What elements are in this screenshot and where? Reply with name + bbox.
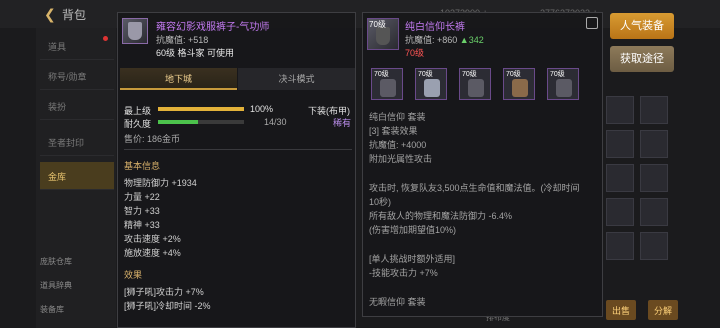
durability-label: 耐久度 bbox=[124, 119, 152, 129]
rarity-label: 稀有 bbox=[333, 118, 352, 128]
set-item-slot[interactable]: 70级 bbox=[503, 68, 535, 100]
anti-magic-value: 抗魔值: +860 bbox=[405, 35, 458, 45]
set-effect-line: 所有敌人的物理和魔法防御力 -6.4% bbox=[369, 211, 513, 221]
inventory-slot[interactable] bbox=[606, 198, 634, 226]
sidebar-item-label: 称号/勋章 bbox=[48, 72, 87, 82]
set-name: 纯白信仰 套装 bbox=[369, 112, 426, 122]
set-effect-line: 攻击时, 恢复队友3,500点生命值和魔法值。(冷却时间 bbox=[369, 183, 580, 193]
max-level-label: 最上级 bbox=[124, 106, 152, 116]
back-arrow-icon[interactable]: ❮ bbox=[44, 6, 58, 22]
mode-tabs: 地下城 决斗模式 bbox=[120, 68, 355, 90]
set-item-slot[interactable]: 70级 bbox=[547, 68, 579, 100]
skin-warehouse-link[interactable]: 庞肤仓库 bbox=[40, 256, 72, 267]
stat-line: 攻击速度 +2% bbox=[124, 234, 181, 244]
set-effect-line: 10秒) bbox=[369, 197, 392, 207]
sidebar-item-vault[interactable]: 金库 bbox=[40, 162, 114, 190]
tab-pvp[interactable]: 决斗模式 bbox=[238, 68, 355, 90]
item-anti-magic: 抗魔值: +518 bbox=[156, 35, 209, 45]
set-name: 无暇信仰 套装 bbox=[369, 297, 426, 307]
sidebar-item-label: 圣者封印 bbox=[48, 138, 85, 148]
pants-icon bbox=[128, 22, 142, 40]
inventory-grid bbox=[600, 90, 676, 320]
tab-dungeon[interactable]: 地下城 bbox=[120, 68, 237, 90]
level-requirement-value: 70级 bbox=[405, 48, 425, 58]
inventory-slot[interactable] bbox=[640, 96, 668, 124]
inventory-slot[interactable] bbox=[606, 130, 634, 158]
sell-price: 售价: 186金币 bbox=[124, 134, 181, 144]
item-level-requirement: 60级 格斗家 可使用 bbox=[156, 48, 235, 58]
item-icon bbox=[122, 18, 148, 44]
slot-level: 70级 bbox=[506, 71, 521, 78]
icon-level-tag: 70级 bbox=[369, 20, 386, 29]
inventory-slot[interactable] bbox=[640, 130, 668, 158]
stat-line: 智力 +33 bbox=[124, 206, 160, 216]
acquisition-path-button[interactable]: 获取途径 bbox=[610, 46, 674, 72]
stat-line: 施放速度 +4% bbox=[124, 248, 181, 258]
set-item-slot[interactable]: 70级 bbox=[459, 68, 491, 100]
set-effect-title: [3] 套装效果 bbox=[369, 126, 418, 136]
pants-icon bbox=[468, 79, 484, 97]
inventory-slot[interactable] bbox=[640, 164, 668, 192]
sidebar-item-seal[interactable]: 圣者封印 bbox=[40, 128, 114, 156]
set-item-slot[interactable]: 70级 bbox=[415, 68, 447, 100]
set-items-row: 70级 70级 70级 70级 70级 bbox=[371, 68, 581, 100]
share-icon[interactable] bbox=[586, 17, 598, 29]
stat-line: 精神 +33 bbox=[124, 220, 160, 230]
durability-value: 14/30 bbox=[264, 117, 287, 127]
sidebar-item-label: 道具 bbox=[48, 42, 67, 52]
page-title: 背包 bbox=[62, 8, 87, 22]
anti-magic-increase: ▲342 bbox=[459, 35, 484, 45]
sell-button[interactable]: 出售 bbox=[606, 300, 637, 320]
set-effect-line: -技能攻击力 +7% bbox=[369, 268, 438, 278]
notification-dot bbox=[103, 36, 108, 41]
item-anti-magic: 抗魔值: +860 ▲342 bbox=[405, 33, 484, 46]
popular-equipment-button[interactable]: 人气装备 bbox=[610, 13, 674, 39]
belt-icon bbox=[512, 79, 528, 97]
max-level-value: 100% bbox=[250, 104, 274, 114]
inventory-slot[interactable] bbox=[640, 198, 668, 226]
basic-info-title: 基本信息 bbox=[124, 161, 161, 171]
effect-title: 效果 bbox=[124, 270, 143, 280]
set-effect-line: 附加光属性攻击 bbox=[369, 154, 433, 164]
gloves-icon bbox=[380, 79, 396, 97]
sidebar-item-titles[interactable]: 称号/勋章 bbox=[40, 62, 114, 90]
max-level-bar-fill bbox=[158, 107, 244, 111]
shoes-icon bbox=[556, 79, 572, 97]
slot-level: 70级 bbox=[550, 71, 565, 78]
decompose-button[interactable]: 分解 bbox=[648, 300, 679, 320]
set-effect-line: [单人挑战时额外适用] bbox=[369, 254, 456, 264]
stat-line: 物理防御力 +1934 bbox=[124, 178, 197, 188]
inventory-slot[interactable] bbox=[606, 96, 634, 124]
set-effect-line: 抗魔值: +4000 bbox=[369, 140, 427, 150]
inventory-slot[interactable] bbox=[640, 232, 668, 260]
item-name: 纯白信仰长裤 bbox=[405, 22, 465, 33]
inventory-slot[interactable] bbox=[606, 232, 634, 260]
item-name: 雍容幻影戏服裤子-气功师 bbox=[156, 22, 270, 33]
divider bbox=[124, 149, 352, 150]
item-tooltip-current: 雍容幻影戏服裤子-气功师 抗魔值: +518 60级 格斗家 可使用 地下城 决… bbox=[117, 12, 356, 328]
effect-line: [狮子吼]冷却时间 -2% bbox=[124, 301, 211, 311]
slot-level: 70级 bbox=[462, 71, 477, 78]
item-level-requirement: 70级 bbox=[405, 46, 424, 59]
coat-icon bbox=[424, 79, 440, 97]
sidebar-item-avatar[interactable]: 装扮 bbox=[40, 92, 114, 120]
slot-level: 70级 bbox=[418, 71, 433, 78]
effect-line: [狮子吼]攻击力 +7% bbox=[124, 287, 204, 297]
sidebar-item-label: 金库 bbox=[48, 172, 67, 182]
item-tooltip-compare: 70级 纯白信仰长裤 抗魔值: +860 ▲342 70级 70级 70级 70… bbox=[362, 12, 603, 317]
item-dictionary-link[interactable]: 道具辞典 bbox=[40, 280, 72, 291]
max-level-bar bbox=[158, 107, 244, 111]
durability-bar-fill bbox=[158, 120, 199, 124]
set-effect-line: (伤害增加期望值10%) bbox=[369, 225, 457, 235]
stat-line: 力量 +22 bbox=[124, 192, 160, 202]
sidebar-item-items[interactable]: 道具 bbox=[40, 32, 114, 60]
slot-level: 70级 bbox=[374, 71, 389, 78]
inventory-slot[interactable] bbox=[606, 164, 634, 192]
sidebar-item-label: 装扮 bbox=[48, 102, 67, 112]
set-item-slot[interactable]: 70级 bbox=[371, 68, 403, 100]
durability-bar bbox=[158, 120, 244, 124]
equipment-library-link[interactable]: 装备库 bbox=[40, 304, 64, 315]
